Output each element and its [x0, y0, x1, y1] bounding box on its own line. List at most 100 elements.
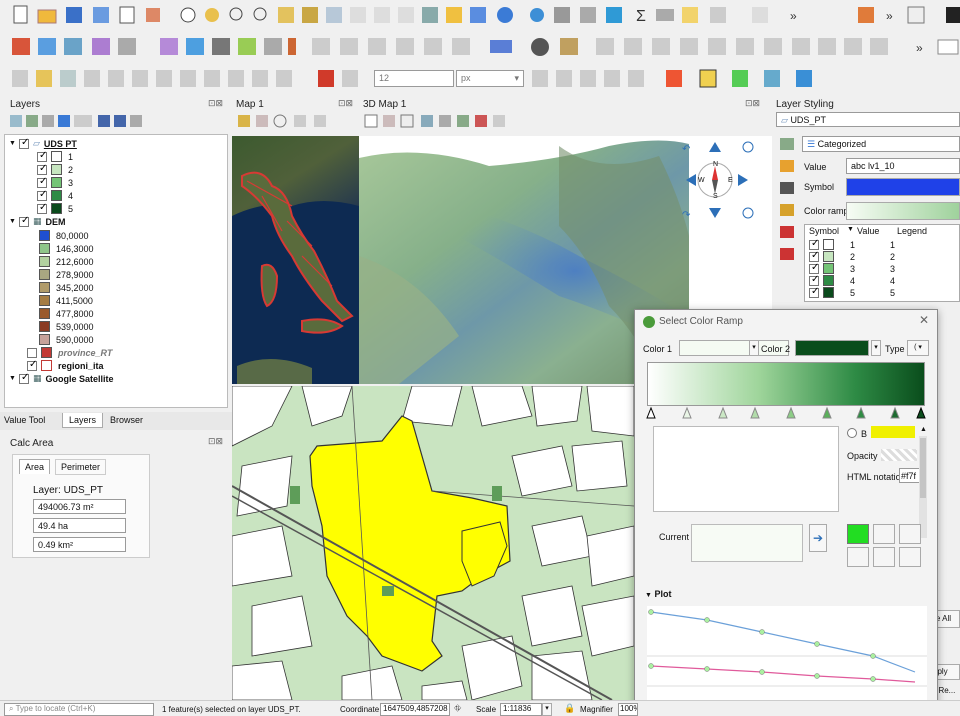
map1-canvas[interactable] — [232, 136, 359, 384]
swatch-empty[interactable] — [873, 524, 895, 544]
unit-select[interactable]: px ▾ — [456, 70, 524, 87]
coordinate-input[interactable]: 1647509,4857208 — [380, 703, 450, 716]
tab-layers[interactable]: Layers — [62, 413, 104, 428]
layer-visibility-checkbox[interactable] — [18, 137, 29, 149]
class-label: 5 — [68, 203, 74, 214]
tab-perimeter[interactable]: Perimeter — [55, 459, 107, 475]
styling-side-icons[interactable] — [778, 134, 798, 274]
swatch-empty[interactable] — [847, 547, 869, 567]
class-checkbox[interactable] — [809, 238, 819, 250]
extents-toggle-icon[interactable]: ⛗ — [454, 703, 461, 714]
dialog-close-icon[interactable]: ✕ — [919, 313, 929, 327]
b-radio[interactable] — [847, 428, 857, 438]
panel-float-close-icon[interactable]: ⊡⊠ — [208, 98, 223, 109]
area-m2-field[interactable]: 494006.73 m² — [33, 499, 126, 514]
layer-visibility-checkbox[interactable] — [27, 359, 37, 371]
b-slider[interactable] — [871, 426, 915, 438]
uds-class-item[interactable]: 2 — [37, 163, 73, 176]
plot-area[interactable] — [647, 606, 927, 706]
class-checkbox[interactable] — [809, 274, 819, 286]
gradient-preview[interactable] — [647, 362, 925, 406]
scroll-up-icon[interactable]: ▲ — [920, 426, 927, 433]
layer-uds-pt[interactable]: ▼ ▱ UDS PT — [9, 137, 77, 150]
map3d-toolbar[interactable] — [363, 112, 563, 132]
gradient-stops[interactable] — [643, 406, 933, 420]
styling-layer-select[interactable]: ▱ UDS_PT — [776, 112, 960, 127]
swatch-empty[interactable] — [899, 524, 921, 544]
toolbar-2-icons[interactable]: » — [0, 30, 960, 63]
class-checkbox[interactable] — [809, 262, 819, 274]
class-checkbox[interactable] — [37, 189, 47, 201]
area-km2-field[interactable]: 0.49 km² — [33, 537, 126, 552]
uds-class-item[interactable]: 5 — [37, 202, 73, 215]
compass-e: E — [728, 177, 733, 184]
swatch-empty[interactable] — [899, 547, 921, 567]
layer-visibility-checkbox[interactable] — [18, 215, 29, 227]
navigation-widget[interactable]: ↶ ↷ N S E W — [678, 136, 772, 236]
layer-visibility-checkbox[interactable] — [27, 347, 37, 358]
font-size-input[interactable]: 12 — [374, 70, 454, 87]
class-label: 411,5000 — [56, 295, 93, 306]
area-ha-field[interactable]: 49.4 ha — [33, 518, 126, 533]
color2-dropdown[interactable]: ▾ — [871, 340, 881, 356]
swatch-grid[interactable] — [845, 522, 925, 570]
class-checkbox[interactable] — [37, 163, 47, 175]
digitize-icon — [160, 38, 178, 55]
compass-s: S — [713, 193, 718, 200]
swatch-empty[interactable] — [873, 547, 895, 567]
col-symbol[interactable]: Symbol — [809, 226, 839, 236]
plot-section-toggle[interactable]: ▼ Plot — [645, 589, 671, 599]
coordinate-label: Coordinate — [340, 705, 380, 714]
scale-input[interactable]: 1:11836 — [500, 703, 542, 716]
zoom-out-icon — [253, 7, 267, 21]
color-ramp-button[interactable] — [846, 202, 960, 220]
col-value[interactable]: Value — [857, 226, 879, 236]
panel-float-close-icon[interactable]: ⊡⊠ — [338, 98, 353, 109]
tab-value-tool[interactable]: Value Tool — [4, 415, 45, 425]
apply-color-button[interactable]: ➔ — [809, 524, 827, 552]
uds-class-item[interactable]: 3 — [37, 176, 73, 189]
layer-visibility-checkbox[interactable] — [18, 372, 29, 384]
renderer-select[interactable]: ☰ Categorized — [802, 136, 960, 152]
class-checkbox[interactable] — [809, 286, 819, 298]
tab-browser[interactable]: Browser — [110, 415, 143, 425]
scale-dropdown[interactable]: ▾ — [542, 703, 552, 716]
opacity-slider[interactable] — [881, 449, 917, 461]
class-checkbox[interactable] — [37, 150, 47, 162]
layer-province[interactable]: province_RT — [27, 346, 112, 359]
class-checkbox[interactable] — [37, 202, 47, 214]
main-map-canvas[interactable] — [232, 386, 634, 700]
layer-name-dem: DEM — [45, 216, 66, 227]
color2-button[interactable] — [795, 340, 869, 356]
symbol-button[interactable] — [846, 178, 960, 196]
panel-float-close-icon[interactable]: ⊡⊠ — [745, 98, 760, 109]
panel-float-close-icon[interactable]: ⊡⊠ — [208, 436, 223, 447]
layer-regioni[interactable]: regioni_ita — [27, 359, 104, 372]
col-legend[interactable]: Legend — [897, 226, 927, 236]
map1-toolbar[interactable] — [236, 112, 356, 132]
nav-widget-svg[interactable]: ↶ ↷ — [678, 136, 772, 236]
color-wheel-area[interactable] — [653, 426, 839, 512]
uds-class-item[interactable]: 1 — [37, 150, 73, 163]
swatch-green[interactable] — [847, 524, 869, 544]
color1-dropdown[interactable]: ▾ — [749, 340, 759, 356]
layer-dem[interactable]: ▼ ▦ DEM — [9, 215, 65, 228]
value-field-select[interactable]: abc lv1_10 — [846, 158, 960, 174]
class-checkbox[interactable] — [37, 176, 47, 188]
expand-arrow-icon[interactable]: ▼ — [9, 375, 16, 382]
magnifier-input[interactable]: 100% — [618, 703, 638, 716]
html-notation-input[interactable]: #f7f — [899, 468, 921, 483]
class-checkbox[interactable] — [809, 250, 819, 262]
lock-icon[interactable]: 🔒 — [564, 703, 575, 714]
type-select[interactable]: ( ▾ — [907, 340, 929, 356]
class-table-row[interactable]: 55 — [809, 286, 895, 299]
expand-arrow-icon[interactable]: ▼ — [9, 140, 16, 147]
scrollbar-thumb[interactable] — [920, 438, 926, 498]
layers-toolbar[interactable] — [8, 112, 168, 132]
expand-arrow-icon[interactable]: ▼ — [9, 218, 16, 225]
toolbar-1-icons[interactable]: Σ » » — [0, 0, 960, 30]
uds-class-item[interactable]: 4 — [37, 189, 73, 202]
tab-area[interactable]: Area — [19, 459, 51, 474]
locator-search[interactable]: ⌕ Type to locate (Ctrl+K) — [4, 703, 154, 716]
layer-google-satellite[interactable]: ▼ ▦ Google Satellite — [9, 372, 113, 385]
